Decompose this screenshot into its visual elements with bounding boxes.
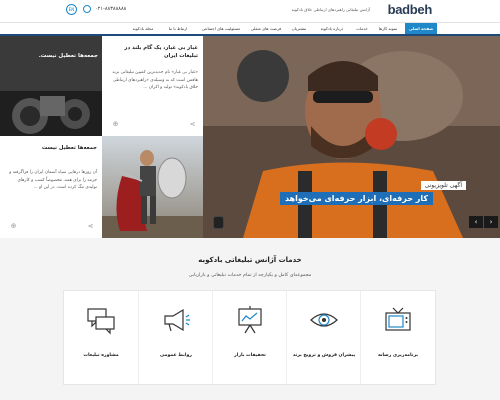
service-card-market-research[interactable]: تحقیقات بازار [212,291,286,386]
hero-prev-arrow[interactable]: ‹ [469,216,483,228]
chat-bubbles-icon [87,308,115,335]
service-label: پیشران فروش و ترویج برند [292,353,356,358]
hero-next-arrow[interactable]: › [484,216,498,228]
article-card-bottom-title: جمعه‌ها تعطیل نیست [41,145,97,151]
warrior-illustration-tile[interactable] [102,136,203,238]
service-label: مشاوره تبلیغات [83,353,119,358]
main-nav: صفحه اصلی نمونه کارها خدمات درباره بادکو… [0,22,500,35]
link-icon[interactable]: ⊕ [9,222,18,231]
television-icon [385,307,411,331]
hero-slider[interactable]: آگهی تلویزیونی کار حرفه‌ای، ابزار حرفه‌ا… [203,36,500,238]
service-label: روابط عمومی [160,353,192,358]
link-icon[interactable]: ⊕ [111,120,120,129]
overlay-article-card[interactable]: جمعه‌ها تعطیل نیست. [0,36,102,136]
service-card-media-planning[interactable]: برنامه‌ریزی رسانه [360,291,434,386]
hero-badge: آگهی تلویزیونی [420,181,466,190]
service-card-sales-promotion[interactable]: پیشران فروش و ترویج برند [286,291,360,386]
overlay-article-title: جمعه‌ها تعطیل نیست. [38,53,98,59]
brand-tagline: آژانس تبلیغاتی راهبردهای ارتباطی خلاق با… [291,7,370,12]
share-icon[interactable]: ⋖ [188,120,197,129]
share-icon[interactable]: ⋖ [86,222,95,231]
article-card-bottom-excerpt: آن روزها درهایی سیاه آسمان ایران را فراگ… [9,170,97,190]
eye-icon [310,313,338,327]
article-card-top[interactable]: غبار بی غبار، یک گام بلند در تبلیغات ایر… [102,36,203,136]
hero-photo [203,36,500,238]
megaphone-icon [164,308,190,332]
hero-caption[interactable]: کار حرفه‌ای، ابزار حرفه‌ای می‌خواهد [279,192,433,205]
article-card-top-title: غبار بی غبار، یک گام بلند در تبلیغات ایر… [124,45,198,59]
service-label: برنامه‌ریزی رسانه [377,353,419,358]
machine-photo [0,36,102,136]
phone-icon [83,5,91,13]
top-bar: badbeh آژانس تبلیغاتی راهبردهای ارتباطی … [0,0,500,22]
services-grid: مشاوره تبلیغات روابط عمومی تحقیقات بازار… [63,290,436,386]
article-card-top-excerpt: «غبار بی غبار» نام جدیدترین کمپین تبلیغا… [112,70,198,90]
service-card-advertising-consulting[interactable]: مشاوره تبلیغات [64,291,138,386]
brand-logo[interactable]: badbeh [388,2,433,17]
hero-pause-button[interactable] [213,216,224,229]
article-card-bottom[interactable]: جمعه‌ها تعطیل نیست آن روزها درهایی سیاه … [0,136,102,238]
presentation-board-icon [238,306,262,334]
service-label: تحقیقات بازار [234,353,266,358]
language-switch[interactable]: EN [66,4,77,15]
warrior-illustration [102,136,203,238]
service-card-public-relations[interactable]: روابط عمومی [138,291,212,386]
phone-number[interactable]: ۰۲۱-۸۸۳۸۸۸۸۸ [95,6,126,12]
services-title: خدمات آژانس تبلیغاتی بادکوبه [198,256,302,264]
services-subtitle: مجموعه‌ای کامل و یکپارچه از تمام خدمات ت… [188,273,312,278]
